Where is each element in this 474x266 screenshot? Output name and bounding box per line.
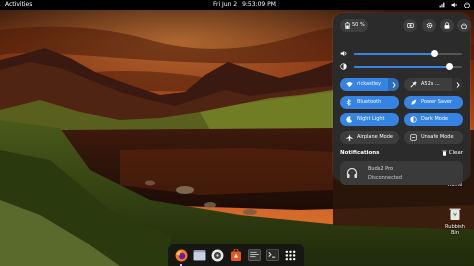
clock-time: 9:53:09 PM — [242, 1, 276, 8]
unsafe-mode-label: Unsafe Mode — [421, 134, 454, 140]
dark-mode-toggle[interactable]: Dark Mode — [404, 113, 463, 126]
brightness-knob[interactable] — [445, 63, 453, 70]
sound-output-menu-arrow[interactable] — [452, 78, 463, 91]
sound-output-icon — [410, 81, 417, 88]
unsafe-mode-icon — [410, 134, 417, 141]
bluetooth-toggle[interactable]: Bluetooth — [340, 96, 399, 109]
wifi-toggle[interactable]: rickastley — [340, 78, 399, 91]
dock-text-editor[interactable] — [247, 248, 261, 262]
brightness-icon — [340, 63, 347, 70]
volume-slider[interactable] — [340, 49, 464, 59]
battery-button[interactable]: 50 % — [340, 19, 368, 32]
airplane-mode-toggle[interactable]: Airplane Mode — [340, 131, 399, 144]
software-icon — [230, 248, 241, 261]
dark-mode-icon — [410, 116, 417, 123]
notification-body: Disconnected — [368, 175, 403, 181]
notifications-heading: Notifications — [340, 150, 380, 156]
clear-label: Clear — [448, 150, 463, 156]
files-icon — [193, 250, 206, 261]
night-light-icon — [346, 116, 353, 123]
screenshot-icon — [406, 23, 414, 28]
bluetooth-icon — [346, 99, 351, 106]
battery-icon — [345, 22, 350, 29]
desktop-trash-icon[interactable]: Rubbish Bin — [442, 207, 468, 236]
airplane-icon — [346, 134, 353, 141]
dock-terminal[interactable] — [266, 248, 280, 262]
settings-icon — [426, 22, 432, 29]
notification-card[interactable]: Buds2 Pro Disconnected — [340, 161, 463, 185]
wifi-label: rickastley — [357, 81, 382, 87]
volume-knob[interactable] — [430, 50, 438, 57]
rubbish-bin-icon — [449, 208, 461, 220]
network-icon — [439, 2, 445, 8]
power-off-button[interactable] — [457, 19, 471, 32]
dark-mode-label: Dark Mode — [421, 116, 449, 122]
chevron-right-icon — [456, 81, 460, 88]
lock-button[interactable] — [440, 19, 454, 32]
volume-fill — [354, 53, 434, 55]
dock-firefox[interactable] — [174, 248, 188, 266]
dock-files[interactable] — [192, 248, 206, 262]
lock-icon — [444, 22, 450, 29]
top-bar: Activities Fri Jun 2 9:53:09 PM — [0, 0, 474, 10]
clock-button[interactable]: Fri Jun 2 9:53:09 PM — [213, 0, 276, 10]
terminal-icon — [266, 249, 279, 261]
power-saver-toggle[interactable]: Power Saver — [404, 96, 463, 109]
firefox-icon — [175, 249, 188, 261]
sound-output-toggle[interactable]: A52s ... — [404, 78, 463, 91]
dock — [168, 244, 304, 266]
bluetooth-label: Bluetooth — [357, 99, 382, 105]
notification-title: Buds2 Pro — [368, 166, 394, 172]
battery-label: 50 % — [352, 22, 365, 28]
system-row: 50 % — [340, 19, 471, 33]
power-icon — [464, 2, 470, 8]
text-editor-icon — [248, 249, 261, 261]
chevron-right-icon — [392, 81, 396, 88]
screenshot-button[interactable] — [403, 19, 417, 32]
wifi-menu-arrow[interactable] — [388, 78, 399, 91]
brightness-slider[interactable] — [340, 62, 464, 72]
sound-output-label: A52s ... — [421, 81, 440, 87]
rhythmbox-icon — [211, 249, 224, 261]
brightness-fill — [354, 66, 449, 68]
airplane-mode-label: Airplane Mode — [357, 134, 393, 140]
power-saver-icon — [411, 99, 417, 105]
night-light-label: Night Light — [357, 116, 385, 122]
settings-button[interactable] — [422, 19, 436, 32]
clock-date: Fri Jun 2 — [213, 1, 238, 8]
system-tray[interactable] — [439, 0, 470, 10]
headphones-icon — [346, 167, 358, 178]
volume-icon — [451, 2, 457, 8]
dock-app-grid[interactable] — [284, 248, 298, 262]
trash-label: Rubbish Bin — [445, 224, 465, 236]
night-light-toggle[interactable]: Night Light — [340, 113, 399, 126]
trash-icon — [442, 150, 447, 156]
power-icon — [461, 22, 467, 29]
wifi-icon — [346, 82, 353, 88]
activities-button[interactable]: Activities — [5, 0, 32, 10]
dock-software[interactable] — [229, 248, 243, 262]
quick-settings-panel: 50 % rickastley A52s ... Bluetooth Power… — [333, 13, 471, 185]
dock-rhythmbox[interactable] — [211, 248, 225, 262]
app-grid-icon — [285, 250, 296, 260]
unsafe-mode-toggle[interactable]: Unsafe Mode — [404, 131, 463, 144]
volume-icon — [340, 50, 347, 57]
power-saver-label: Power Saver — [421, 99, 453, 105]
clear-notifications-button[interactable]: Clear — [442, 150, 463, 156]
